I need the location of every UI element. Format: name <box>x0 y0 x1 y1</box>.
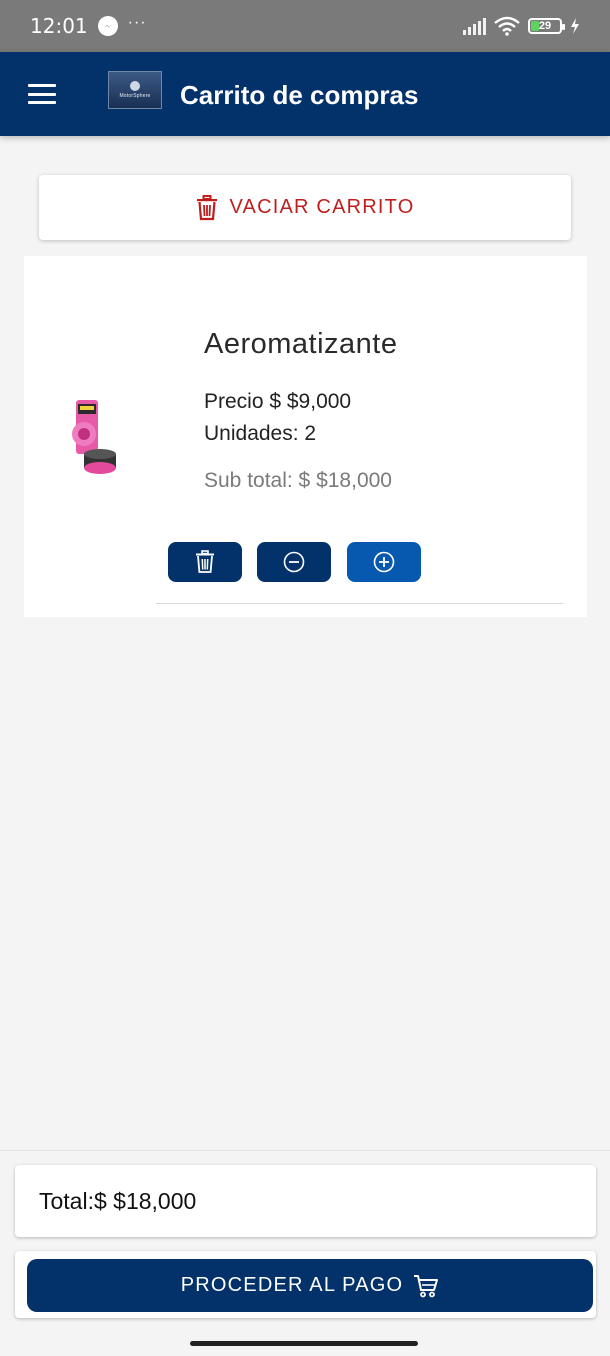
increase-quantity-button[interactable] <box>347 542 421 582</box>
app-bar: MotorSphere Carrito de compras <box>0 52 610 136</box>
remove-item-button[interactable] <box>168 542 242 582</box>
checkout-panel: Total:$ $18,000 PROCEDER AL PAGO <box>0 1150 610 1356</box>
charging-icon <box>571 18 579 34</box>
app-logo: MotorSphere <box>108 71 162 109</box>
home-indicator[interactable] <box>190 1341 418 1346</box>
item-divider <box>156 603 563 604</box>
messenger-icon <box>97 16 118 36</box>
air-freshener-image <box>72 400 116 474</box>
trash-icon <box>196 194 217 220</box>
decrease-quantity-button[interactable] <box>257 542 331 582</box>
product-units: Unidades: 2 <box>204 422 317 445</box>
checkout-button[interactable]: PROCEDER AL PAGO <box>27 1259 593 1312</box>
cart-total: Total:$ $18,000 <box>39 1187 197 1214</box>
empty-cart-label: VACIAR CARRITO <box>229 196 415 218</box>
plus-circle-icon <box>373 551 395 573</box>
page-title: Carrito de compras <box>180 80 419 110</box>
product-subtotal: Sub total: $ $18,000 <box>204 469 392 492</box>
product-name: Aeromatizante <box>204 328 398 360</box>
status-bar: 12:01 ··· 29 <box>0 0 610 52</box>
empty-cart-button[interactable]: VACIAR CARRITO <box>39 175 571 240</box>
trash-icon <box>196 550 214 573</box>
cart-icon <box>414 1274 439 1297</box>
menu-icon[interactable] <box>28 84 56 104</box>
total-box: Total:$ $18,000 <box>15 1165 596 1237</box>
battery-icon: 29 <box>528 18 565 34</box>
checkout-wrapper: PROCEDER AL PAGO <box>15 1251 596 1318</box>
signal-icon <box>463 17 486 35</box>
status-time: 12:01 <box>30 14 88 38</box>
wifi-icon <box>494 16 520 36</box>
minus-circle-icon <box>283 551 305 573</box>
checkout-label: PROCEDER AL PAGO <box>180 1274 404 1296</box>
more-notifications-icon: ··· <box>127 14 147 31</box>
battery-level: 29 <box>538 20 552 32</box>
cart-item-card: Aeromatizante Precio $ $9,000 Unidades: … <box>24 256 587 617</box>
product-price: Precio $ $9,000 <box>204 390 352 413</box>
